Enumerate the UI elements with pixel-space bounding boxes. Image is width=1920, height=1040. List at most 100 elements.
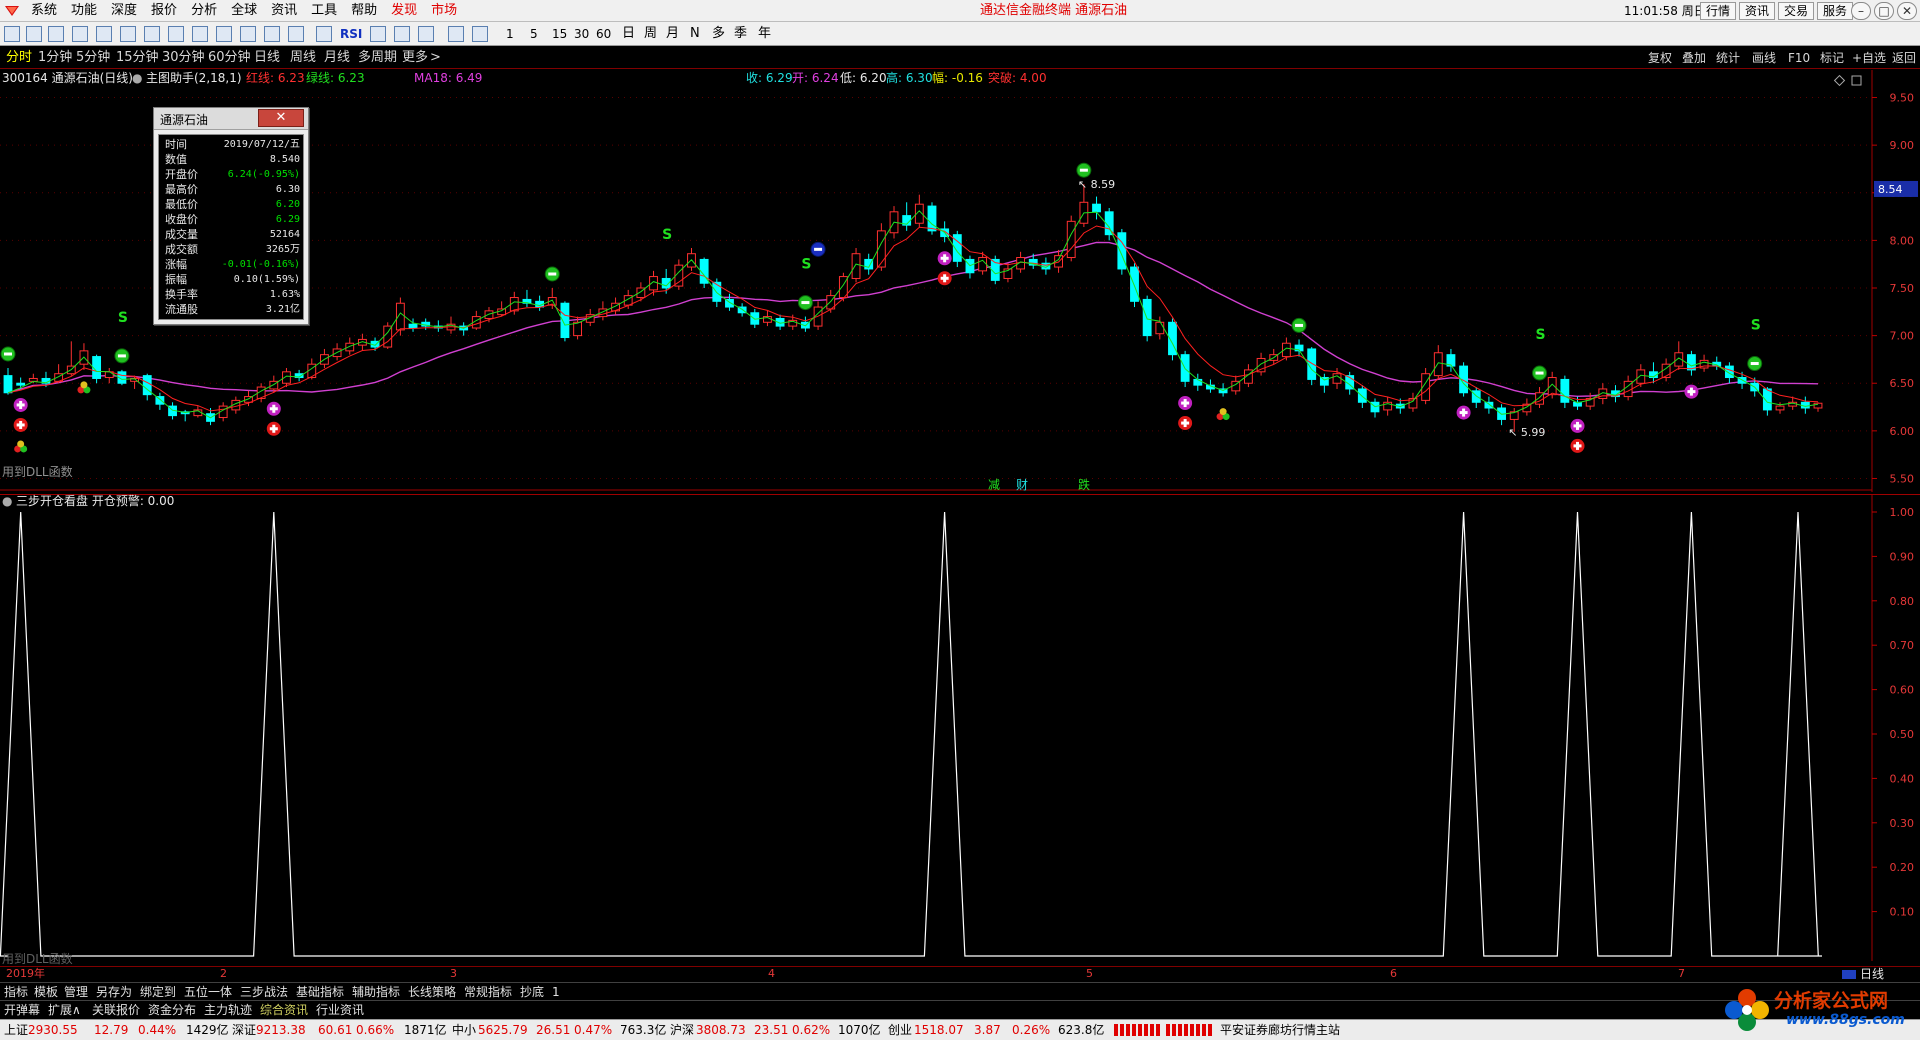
btn-overlay[interactable]: 叠加 (1682, 47, 1706, 69)
tab-5min[interactable]: 5分钟 (76, 47, 110, 69)
close-icon[interactable]: ✕ (1897, 2, 1917, 20)
rsi-button[interactable]: RSI (340, 22, 362, 46)
tab-regular-indicator[interactable]: 常规指标 (464, 983, 512, 1001)
tab-multiperiod[interactable]: 多周期 (358, 47, 397, 69)
btn-f10[interactable]: F10 (1788, 47, 1810, 69)
chevron-right-icon[interactable]: > (430, 47, 441, 69)
tab-daily[interactable]: 日线 (254, 47, 280, 69)
idx-zx-label[interactable]: 中小 (452, 1020, 476, 1040)
tab-five-in-one[interactable]: 五位一体 (184, 983, 232, 1001)
btn-mark[interactable]: 标记 (1820, 47, 1844, 69)
move-icon[interactable] (394, 26, 410, 42)
menu-market[interactable]: 市场 (424, 0, 464, 22)
tab-basic-indicator[interactable]: 基础指标 (296, 983, 344, 1001)
period-multi[interactable]: 多 (712, 22, 725, 46)
btn-stats[interactable]: 统计 (1716, 47, 1740, 69)
popup-close-icon[interactable]: ✕ (258, 109, 304, 127)
period-month[interactable]: 月 (666, 22, 679, 46)
fs-icon[interactable] (448, 26, 464, 42)
settings-icon[interactable]: ● (2, 492, 12, 510)
period-quarter[interactable]: 季 (734, 22, 747, 46)
table-icon[interactable] (168, 26, 184, 42)
btn-back[interactable]: 返回 (1892, 47, 1916, 69)
tab-one[interactable]: 1 (552, 983, 560, 1001)
tab-more[interactable]: 更多 (402, 47, 428, 69)
tab-manage[interactable]: 管理 (64, 983, 88, 1001)
trade-button[interactable]: 交易 (1778, 2, 1815, 20)
idx-sh-label[interactable]: 上证 (4, 1020, 28, 1040)
tab-monthly[interactable]: 月线 (324, 47, 350, 69)
period-week[interactable]: 周 (644, 22, 657, 46)
period-1m[interactable]: 1 (506, 22, 514, 46)
period-15m[interactable]: 15 (552, 22, 567, 46)
up-icon[interactable] (26, 26, 42, 42)
quote-button[interactable]: 行情 (1700, 2, 1737, 20)
pencil-icon[interactable] (418, 26, 434, 42)
tab-expand[interactable]: 扩展∧ (48, 1001, 81, 1019)
tab-fenshi[interactable]: 分时 (6, 47, 32, 69)
assistant-indicator[interactable]: 主图助手(2,18,1) (146, 69, 242, 87)
tab-bottom-fishing[interactable]: 抄底 (520, 983, 544, 1001)
menu-quote[interactable]: 报价 (144, 0, 184, 22)
tab-industry-news[interactable]: 行业资讯 (316, 1001, 364, 1019)
f10-icon[interactable] (192, 26, 208, 42)
maximize-icon[interactable]: □ (1874, 2, 1894, 20)
tab-long-strategy[interactable]: 长线策略 (408, 983, 456, 1001)
scroll-icon[interactable] (1842, 970, 1856, 979)
menu-global[interactable]: 全球 (224, 0, 264, 22)
broker-name[interactable]: 平安证券廊坊行情主站 (1220, 1020, 1340, 1040)
line-chart-icon[interactable] (120, 26, 136, 42)
tab-bind-to[interactable]: 绑定到 (140, 983, 176, 1001)
tab-weekly[interactable]: 周线 (290, 47, 316, 69)
btn-add-watch[interactable]: +自选 (1852, 47, 1886, 69)
menu-tools[interactable]: 工具 (304, 0, 344, 22)
tab-danmaku[interactable]: 开弹幕 (4, 1001, 40, 1019)
tab-60min[interactable]: 60分钟 (208, 47, 251, 69)
gear-icon[interactable]: ● (132, 69, 142, 87)
tab-save-as[interactable]: 另存为 (96, 983, 132, 1001)
sub-indicator-chart[interactable]: 1.00 0.90 0.80 0.70 0.60 0.50 0.40 0.30 0.20 0.10 (0, 494, 1920, 961)
tab-fund-distribution[interactable]: 资金分布 (148, 1001, 196, 1019)
indicator-icon[interactable] (316, 26, 332, 42)
tab-main-track[interactable]: 主力轨迹 (204, 1001, 252, 1019)
period-60m[interactable]: 60 (596, 22, 611, 46)
idx-hs-label[interactable]: 沪深 (670, 1020, 694, 1040)
btn-fuquan[interactable]: 复权 (1648, 47, 1672, 69)
period-30m[interactable]: 30 (574, 22, 589, 46)
menu-news[interactable]: 资讯 (264, 0, 304, 22)
period-n[interactable]: N (690, 22, 700, 46)
search-icon[interactable] (264, 26, 280, 42)
menu-system[interactable]: 系统 (24, 0, 64, 22)
tab-related-quote[interactable]: 关联报价 (92, 1001, 140, 1019)
tab-aux-indicator[interactable]: 辅助指标 (352, 983, 400, 1001)
clock-icon[interactable] (288, 26, 304, 42)
grid-icon[interactable] (96, 26, 112, 42)
menu-function[interactable]: 功能 (64, 0, 104, 22)
refresh-icon[interactable] (72, 26, 88, 42)
menu-discover[interactable]: 发现 (384, 0, 424, 22)
popup-header[interactable]: 通源石油 ✕ (154, 108, 308, 130)
menu-analysis[interactable]: 分析 (184, 0, 224, 22)
idx-sz-label[interactable]: 深证 (232, 1020, 256, 1040)
tab-30min[interactable]: 30分钟 (162, 47, 205, 69)
tab-15min[interactable]: 15分钟 (116, 47, 159, 69)
menu-depth[interactable]: 深度 (104, 0, 144, 22)
down-icon[interactable] (48, 26, 64, 42)
btn-draw[interactable]: 画线 (1752, 47, 1776, 69)
minimize-icon[interactable]: – (1851, 2, 1871, 20)
news-button[interactable]: 资讯 (1739, 2, 1776, 20)
period-year[interactable]: 年 (758, 22, 771, 46)
calc-icon[interactable] (240, 26, 256, 42)
window-icon[interactable] (216, 26, 232, 42)
tab-indicator[interactable]: 指标 (4, 983, 28, 1001)
period-day[interactable]: 日 (622, 22, 635, 46)
period-5m[interactable]: 5 (530, 22, 538, 46)
data-popup[interactable]: 通源石油 ✕ 时间 2019/07/12/五 数值 8.540 开盘价 6.24(-0.9… (153, 107, 309, 325)
period-indicator[interactable]: 日线 (1860, 967, 1884, 981)
tab-template[interactable]: 模板 (34, 983, 58, 1001)
money-icon[interactable] (370, 26, 386, 42)
back-icon[interactable] (4, 26, 20, 42)
bar-chart-icon[interactable] (144, 26, 160, 42)
image-icon[interactable] (472, 26, 488, 42)
idx-cy-label[interactable]: 创业 (888, 1020, 912, 1040)
